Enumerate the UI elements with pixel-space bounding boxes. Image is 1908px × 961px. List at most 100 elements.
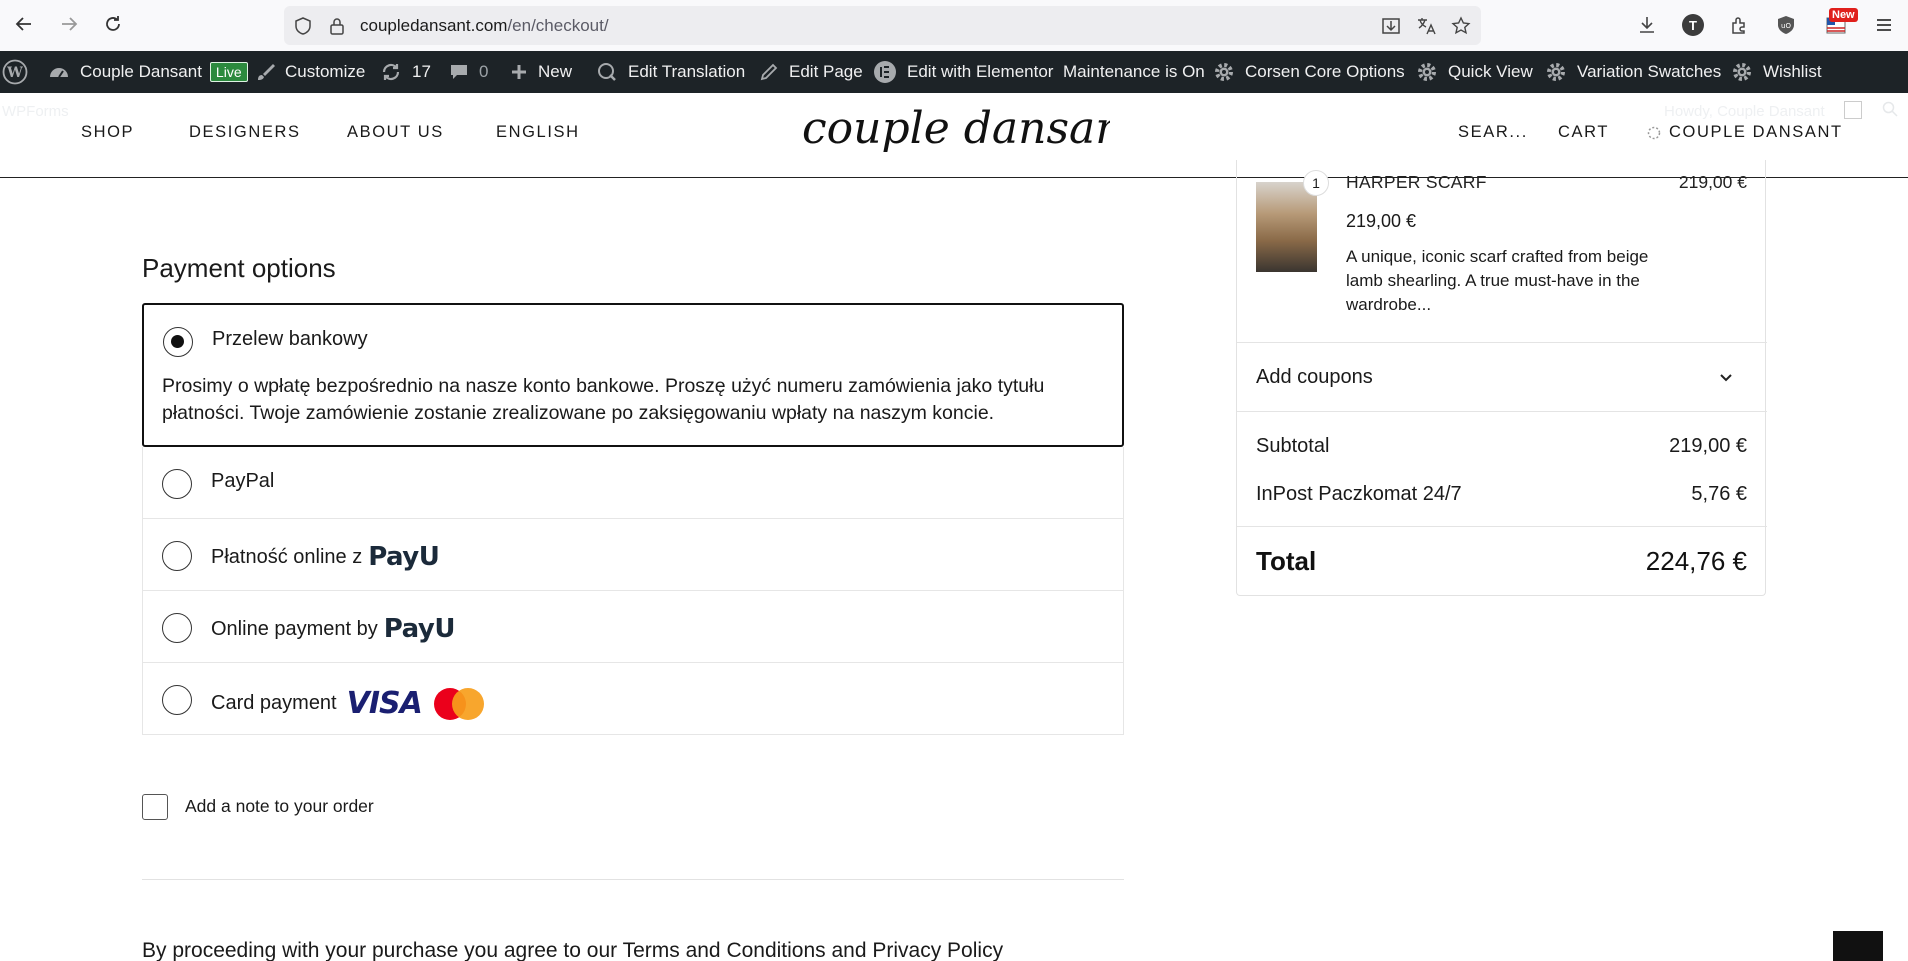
shipping-label: InPost Paczkomat 24/7 bbox=[1256, 483, 1462, 505]
order-note-label[interactable]: Add a note to your order bbox=[185, 796, 374, 817]
site-logo[interactable]: couple dansant bbox=[800, 99, 1142, 171]
admin-corsen-options[interactable]: Corsen Core Options bbox=[1213, 51, 1405, 93]
radio-paypal[interactable] bbox=[162, 469, 192, 499]
order-note-checkbox[interactable] bbox=[142, 794, 168, 820]
payment-option-card[interactable]: Card payment VISA bbox=[142, 663, 1124, 735]
account-initial: T bbox=[1682, 14, 1704, 36]
site-name-label: Couple Dansant bbox=[80, 62, 202, 81]
subtotal-label: Subtotal bbox=[1256, 435, 1330, 457]
live-badge: Live bbox=[209, 62, 248, 82]
tracking-shield-icon[interactable] bbox=[292, 15, 314, 37]
nav-designers[interactable]: DESIGNERS bbox=[189, 123, 301, 142]
shipping-value: 5,76 € bbox=[1691, 483, 1747, 505]
url-path: /en/checkout/ bbox=[507, 16, 609, 35]
product-price: 219,00 € bbox=[1346, 211, 1417, 231]
admin-edit-elementor[interactable]: Edit with Elementor bbox=[873, 51, 1053, 93]
payment-label: PayPal bbox=[211, 470, 275, 492]
payment-option-bank-transfer[interactable]: Przelew bankowy Prosimy o wpłatę bezpośr… bbox=[142, 303, 1124, 447]
payment-methods-list: Przelew bankowy Prosimy o wpłatę bezpośr… bbox=[142, 303, 1124, 735]
edit-elementor-label: Edit with Elementor bbox=[907, 62, 1054, 81]
admin-new[interactable]: New bbox=[510, 51, 572, 93]
edit-page-label: Edit Page bbox=[789, 62, 863, 81]
url-text[interactable]: coupledansant.com/en/checkout/ bbox=[360, 16, 609, 36]
admin-edit-page[interactable]: Edit Page bbox=[759, 51, 863, 93]
payment-label: Online payment by bbox=[211, 617, 378, 640]
divider bbox=[142, 879, 1124, 880]
nav-about-us[interactable]: ABOUT US bbox=[347, 123, 444, 142]
nav-language[interactable]: ENGLISH bbox=[496, 123, 580, 142]
gear-icon bbox=[1547, 63, 1565, 81]
maintenance-label: Maintenance is On bbox=[1063, 62, 1205, 81]
admin-site-name[interactable]: Couple Dansant Live bbox=[48, 51, 248, 93]
gear-icon bbox=[1733, 63, 1751, 81]
payu-logo: PayU bbox=[383, 614, 456, 644]
chevron-down-icon[interactable] bbox=[1715, 366, 1737, 388]
wp-admin-bar: W Couple Dansant Live Customize 17 0 New… bbox=[0, 51, 1908, 93]
payment-label: Płatność online z bbox=[211, 545, 363, 568]
ghost-avatar bbox=[1844, 101, 1862, 119]
admin-maintenance[interactable]: Maintenance is On bbox=[1063, 51, 1205, 93]
plus-icon bbox=[512, 65, 526, 79]
payment-label: Card payment bbox=[211, 692, 337, 714]
divider bbox=[1237, 526, 1767, 527]
payment-options-title: Payment options bbox=[142, 253, 336, 283]
total-value: 224,76 € bbox=[1645, 546, 1747, 576]
reload-icon[interactable] bbox=[101, 12, 125, 36]
forward-icon[interactable] bbox=[57, 12, 81, 36]
wishlist-label: Wishlist bbox=[1763, 62, 1822, 81]
new-label: New bbox=[538, 62, 573, 81]
radio-payu-en[interactable] bbox=[162, 613, 192, 643]
admin-comments[interactable]: 0 bbox=[449, 51, 488, 93]
downloads-icon[interactable] bbox=[1634, 12, 1660, 38]
nav-account[interactable]: COUPLE DANSANT bbox=[1647, 123, 1843, 142]
terms-notice: By proceeding with your purchase you agr… bbox=[142, 939, 1004, 961]
admin-updates[interactable]: 17 bbox=[380, 51, 431, 93]
payment-label-row: Card payment VISA bbox=[211, 686, 484, 721]
payment-label: Przelew bankowy bbox=[212, 328, 368, 350]
comments-count: 0 bbox=[479, 62, 489, 81]
updates-icon bbox=[382, 63, 400, 81]
product-thumbnail bbox=[1256, 182, 1317, 272]
ghost-wpforms: WPForms bbox=[2, 103, 69, 120]
radio-payu-pl[interactable] bbox=[162, 541, 192, 571]
nav-search[interactable]: SEAR... bbox=[1458, 123, 1528, 142]
address-bar[interactable]: coupledansant.com/en/checkout/ bbox=[284, 6, 1481, 45]
lock-icon[interactable] bbox=[326, 15, 348, 37]
translation-icon bbox=[598, 63, 616, 81]
admin-wishlist[interactable]: Wishlist bbox=[1731, 51, 1822, 93]
mastercard-logo-icon bbox=[433, 687, 484, 720]
scroll-to-top-button[interactable] bbox=[1833, 931, 1883, 961]
admin-quick-view[interactable]: Quick View bbox=[1416, 51, 1533, 93]
brush-icon bbox=[258, 64, 275, 80]
add-coupons-toggle[interactable]: Add coupons bbox=[1256, 366, 1373, 389]
menu-hamburger-icon[interactable] bbox=[1871, 12, 1897, 38]
admin-variation-swatches[interactable]: Variation Swatches bbox=[1545, 51, 1721, 93]
payment-option-payu-en[interactable]: Online payment by PayU bbox=[142, 591, 1124, 663]
save-page-icon[interactable] bbox=[1380, 15, 1402, 37]
ghost-howdy: Howdy, Couple Dansant bbox=[1664, 103, 1825, 120]
nav-shop[interactable]: SHOP bbox=[81, 123, 134, 142]
wordpress-logo-icon[interactable]: W bbox=[2, 51, 38, 93]
ghost-search-icon bbox=[1882, 101, 1900, 119]
divider bbox=[1237, 342, 1767, 343]
logo-text: couple dansant bbox=[802, 103, 1110, 154]
nav-cart[interactable]: CART bbox=[1558, 123, 1609, 142]
extensions-icon[interactable] bbox=[1726, 12, 1752, 38]
product-description: A unique, iconic scarf crafted from beig… bbox=[1346, 247, 1649, 314]
translate-icon[interactable] bbox=[1415, 15, 1437, 37]
account-avatar-icon[interactable]: T bbox=[1680, 12, 1706, 38]
radio-card[interactable] bbox=[162, 685, 192, 715]
admin-edit-translation[interactable]: Edit Translation bbox=[596, 51, 745, 93]
radio-bank-transfer[interactable] bbox=[163, 327, 193, 357]
gear-icon bbox=[1418, 63, 1436, 81]
browser-toolbar: coupledansant.com/en/checkout/ T uO New bbox=[0, 0, 1908, 51]
back-icon[interactable] bbox=[12, 12, 36, 36]
payment-option-paypal[interactable]: PayPal bbox=[142, 447, 1124, 519]
account-label: COUPLE DANSANT bbox=[1669, 123, 1843, 141]
bookmark-star-icon[interactable] bbox=[1450, 15, 1472, 37]
ublock-shield-icon[interactable]: uO bbox=[1773, 12, 1799, 38]
payment-option-payu-pl[interactable]: Płatność online z PayU bbox=[142, 519, 1124, 591]
svg-text:uO: uO bbox=[1781, 22, 1791, 30]
new-badge: New bbox=[1829, 8, 1858, 22]
admin-customize[interactable]: Customize bbox=[255, 51, 365, 93]
